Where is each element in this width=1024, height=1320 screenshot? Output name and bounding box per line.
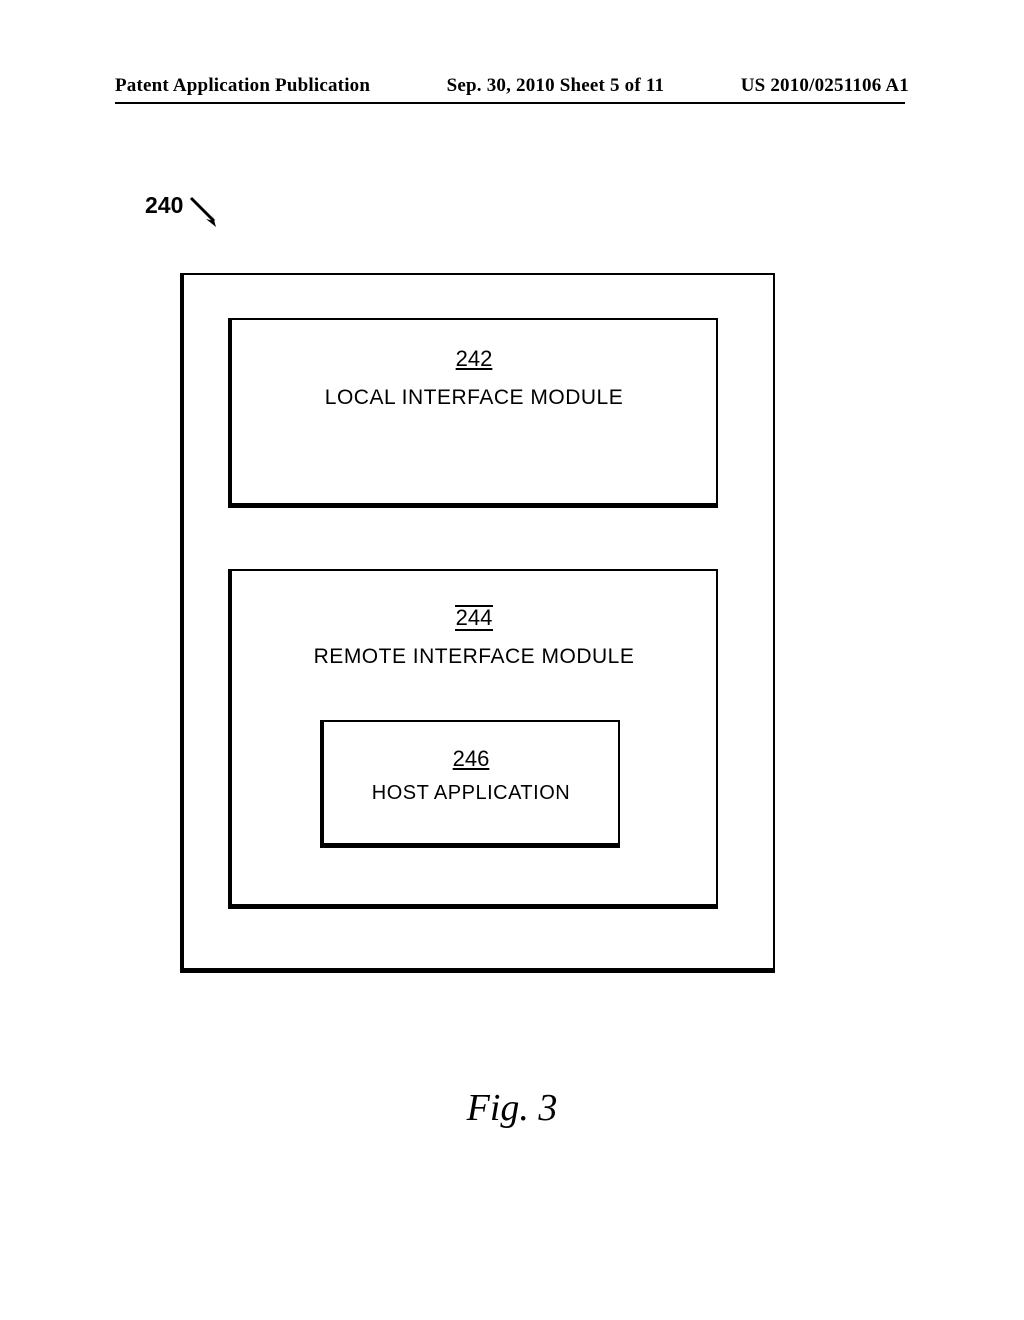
figure-ref-number: 240 <box>145 192 183 219</box>
local-module-ref: 242 <box>232 346 716 372</box>
page-header: Patent Application Publication Sep. 30, … <box>0 75 1024 97</box>
local-module-label: LOCAL INTERFACE MODULE <box>232 386 716 410</box>
local-interface-module-box: 242 LOCAL INTERFACE MODULE <box>228 318 718 508</box>
host-application-box: 246 HOST APPLICATION <box>320 720 620 848</box>
host-app-ref: 246 <box>324 746 618 772</box>
figure-caption: Fig. 3 <box>0 1086 1024 1130</box>
header-rule <box>115 102 905 104</box>
header-left: Patent Application Publication <box>115 75 370 97</box>
remote-module-ref: 244 <box>232 605 716 631</box>
host-app-label: HOST APPLICATION <box>324 782 618 805</box>
leader-arrow-icon <box>188 195 228 235</box>
header-right: US 2010/0251106 A1 <box>741 75 909 97</box>
header-center: Sep. 30, 2010 Sheet 5 of 11 <box>447 75 665 97</box>
remote-module-label: REMOTE INTERFACE MODULE <box>232 645 716 669</box>
